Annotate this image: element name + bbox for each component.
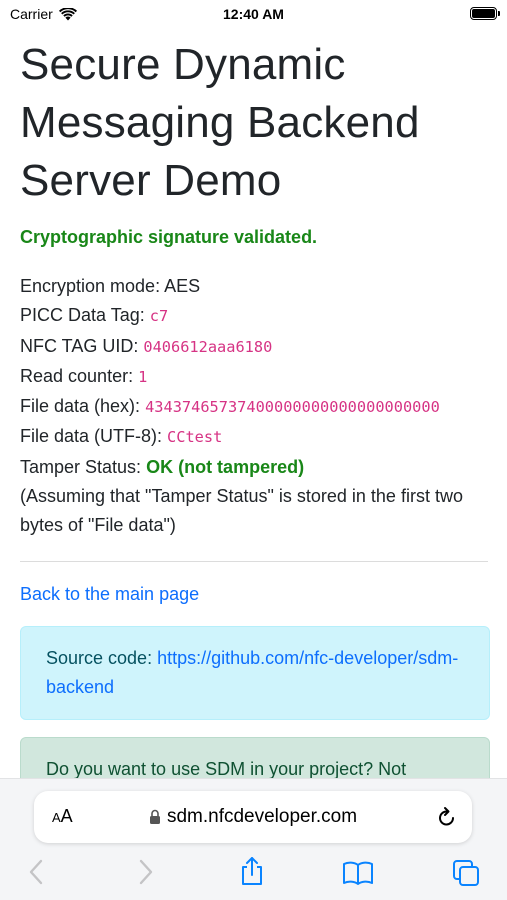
field-value: 43437465737400000000000000000000 — [145, 398, 440, 417]
info-row-tamper: Tamper Status: OK (not tampered) — [20, 453, 488, 482]
info-row-uid: NFC TAG UID: 0406612aaa6180 — [20, 332, 488, 362]
url-text: sdm.nfcdeveloper.com — [166, 806, 358, 827]
clock: 12:40 AM — [223, 6, 284, 22]
tamper-note: (Assuming that "Tamper Status" is stored… — [20, 486, 463, 536]
lock-icon — [149, 809, 160, 824]
forward-icon[interactable] — [138, 859, 154, 885]
browser-toolbar — [0, 856, 507, 889]
divider — [20, 560, 488, 562]
validation-message: Cryptographic signature validated. — [20, 227, 318, 247]
info-row-file-utf8: File data (UTF-8): CCtest — [20, 422, 488, 452]
share-icon[interactable] — [240, 856, 264, 886]
tamper-status-value: OK (not tampered) — [146, 456, 305, 477]
field-value: c7 — [149, 307, 169, 326]
field-label: Read counter: — [20, 365, 134, 386]
browser-bottom-bar: AA sdm.nfcdeveloper.com — [0, 778, 507, 900]
source-code-label: Source code: — [46, 647, 153, 668]
address-bar[interactable]: AA sdm.nfcdeveloper.com — [34, 791, 472, 843]
info-row-file-hex: File data (hex): 43437465737400000000000… — [20, 392, 488, 422]
field-label: Encryption mode: — [20, 276, 161, 296]
back-to-main-link[interactable]: Back to the main page — [20, 584, 488, 605]
promo-text: Do you want to use SDM in your project? … — [46, 759, 407, 780]
field-value: CCtest — [167, 428, 223, 447]
source-code-alert: Source code: https://github.com/nfc-deve… — [20, 625, 490, 721]
tabs-icon[interactable] — [452, 859, 480, 887]
field-value: AES — [164, 276, 201, 296]
info-row-picc: PICC Data Tag: c7 — [20, 301, 488, 331]
field-label: PICC Data Tag: — [20, 305, 145, 326]
field-label: File data (UTF-8): — [20, 426, 163, 447]
back-icon[interactable] — [28, 859, 44, 885]
status-bar: Carrier 12:40 AM — [0, 0, 507, 30]
page-title: Secure Dynamic Messaging Backend Server … — [20, 40, 420, 205]
page-content: Secure Dynamic Messaging Backend Server … — [20, 36, 490, 818]
info-row-counter: Read counter: 1 — [20, 362, 488, 392]
info-row-encryption: Encryption mode: AES — [20, 272, 488, 301]
field-value: 0406612aaa6180 — [143, 337, 273, 356]
bookmarks-icon[interactable] — [342, 861, 374, 885]
field-label: File data (hex): — [20, 396, 141, 417]
reload-icon[interactable] — [436, 805, 458, 829]
field-value: 1 — [138, 367, 148, 386]
battery-icon — [470, 7, 500, 20]
tag-info: Encryption mode: AES PICC Data Tag: c7 N… — [20, 272, 488, 541]
field-label: Tamper Status: — [20, 456, 142, 477]
field-label: NFC TAG UID: — [20, 335, 139, 356]
